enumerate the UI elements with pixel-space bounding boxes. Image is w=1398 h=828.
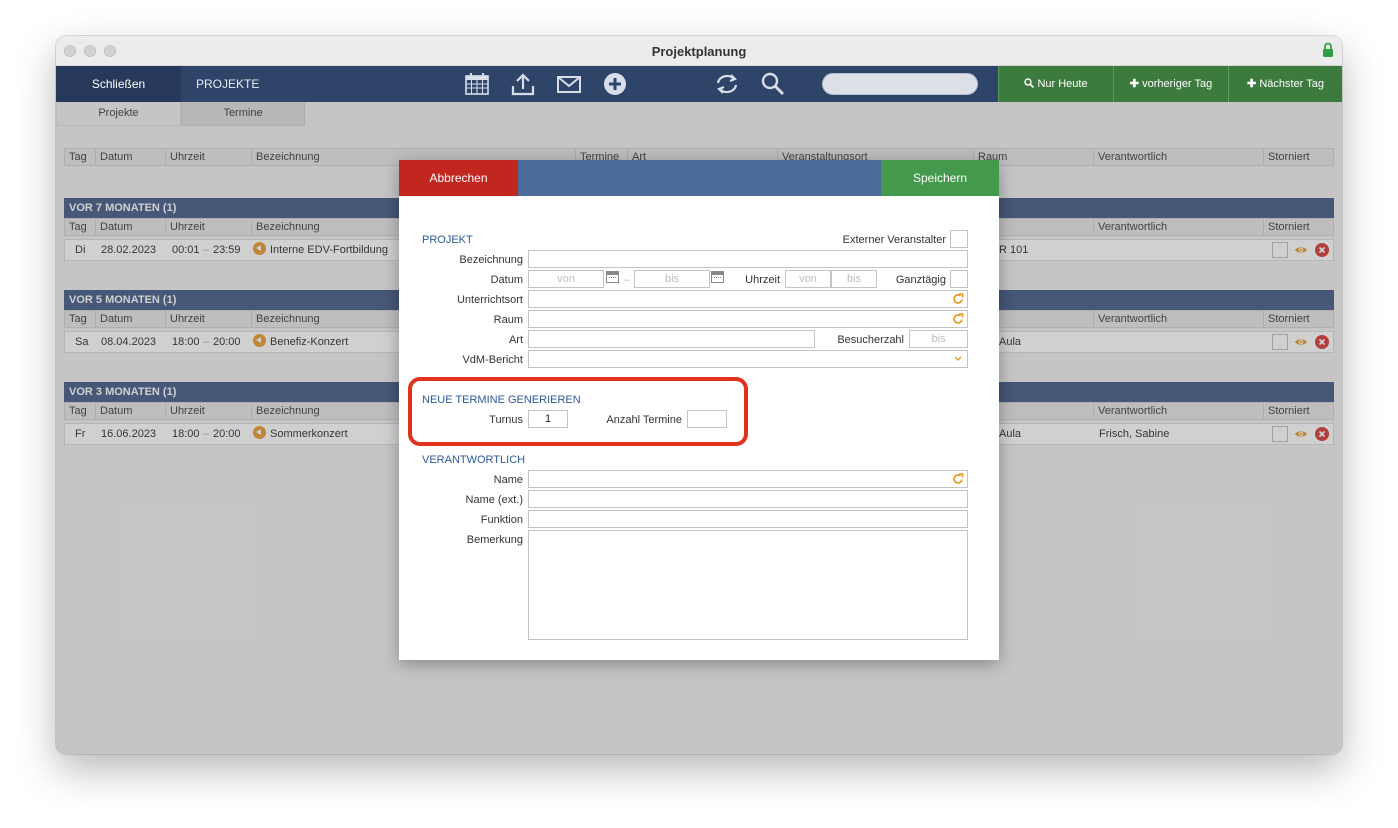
funktion-input[interactable] bbox=[528, 510, 968, 528]
ganztaegig-checkbox[interactable] bbox=[950, 270, 968, 288]
bemerkung-label: Bemerkung bbox=[466, 534, 523, 546]
lock-icon bbox=[1323, 42, 1333, 57]
search-small-icon bbox=[1024, 78, 1035, 89]
uhrzeit-bis-input[interactable]: bis bbox=[831, 270, 877, 288]
vdm-bericht-label: VdM-Bericht bbox=[462, 354, 523, 366]
datum-von-input[interactable]: von bbox=[528, 270, 604, 288]
besucherzahl-label: Besucherzahl bbox=[837, 334, 904, 346]
besucherzahl-input[interactable]: bis bbox=[909, 330, 968, 348]
nur-heute-button[interactable]: Nur Heute bbox=[998, 66, 1113, 102]
plus-icon: ✚ bbox=[1247, 78, 1257, 90]
mail-icon[interactable] bbox=[556, 72, 582, 96]
naechster-tag-button[interactable]: ✚ Nächster Tag bbox=[1228, 66, 1342, 102]
unterrichtsort-label: Unterrichtsort bbox=[456, 294, 523, 306]
datum-bis-input[interactable]: bis bbox=[634, 270, 710, 288]
name-input[interactable] bbox=[528, 470, 968, 488]
calendar-icon[interactable] bbox=[464, 72, 490, 96]
plus-icon: ✚ bbox=[1129, 78, 1140, 90]
ganztaegig-label: Ganztägig bbox=[895, 274, 946, 286]
window-title: Projektplanung bbox=[651, 44, 747, 59]
calendar-picker-icon[interactable] bbox=[711, 271, 724, 283]
refresh-icon[interactable] bbox=[952, 473, 964, 485]
name-ext-label: Name (ext.) bbox=[465, 494, 523, 506]
verantwortlich-section-title: VERANTWORTLICH bbox=[422, 454, 526, 466]
date-range-dash: – bbox=[623, 274, 630, 286]
externer-veranstalter-checkbox[interactable] bbox=[950, 230, 968, 248]
bemerkung-textarea[interactable] bbox=[528, 530, 968, 640]
dialog-header: Abbrechen Speichern bbox=[399, 160, 999, 196]
vdm-bericht-select[interactable] bbox=[528, 350, 968, 368]
bezeichnung-label: Bezeichnung bbox=[459, 254, 523, 266]
toolbar: Schließen PROJEKTE Nur Heute ✚ vorherige… bbox=[56, 66, 1342, 102]
close-button[interactable]: Schließen bbox=[56, 66, 181, 102]
highlight-annotation bbox=[408, 377, 748, 446]
vorheriger-tag-label: vorheriger Tag bbox=[1142, 78, 1213, 90]
raum-input[interactable] bbox=[528, 310, 968, 328]
title-bar: Projektplanung bbox=[56, 36, 1342, 66]
projekt-section-title: PROJEKT bbox=[422, 234, 473, 246]
datum-label: Datum bbox=[490, 274, 523, 286]
art-input[interactable] bbox=[528, 330, 815, 348]
plus-circle-icon[interactable] bbox=[602, 72, 628, 96]
uhrzeit-von-input[interactable]: von bbox=[785, 270, 831, 288]
cancel-button[interactable]: Abbrechen bbox=[399, 160, 518, 196]
search-icon[interactable] bbox=[760, 72, 786, 96]
externer-veranstalter-label: Externer Veranstalter bbox=[842, 234, 946, 246]
sync-icon[interactable] bbox=[714, 72, 740, 96]
search-input[interactable] bbox=[822, 73, 978, 95]
app-window: Projektplanung Schließen PROJEKTE Nur He… bbox=[56, 36, 1342, 754]
unterrichtsort-input[interactable] bbox=[528, 290, 968, 308]
naechster-tag-label: Nächster Tag bbox=[1259, 78, 1324, 90]
name-ext-input[interactable] bbox=[528, 490, 968, 508]
nur-heute-label: Nur Heute bbox=[1037, 78, 1088, 90]
raum-label: Raum bbox=[493, 314, 523, 326]
section-title: PROJEKTE bbox=[196, 77, 260, 91]
chevron-down-icon[interactable] bbox=[954, 356, 962, 362]
name-label: Name bbox=[493, 474, 523, 486]
art-label: Art bbox=[508, 334, 523, 346]
refresh-icon[interactable] bbox=[952, 313, 964, 325]
funktion-label: Funktion bbox=[480, 514, 523, 526]
bezeichnung-input[interactable] bbox=[528, 250, 968, 268]
uhrzeit-label: Uhrzeit bbox=[745, 274, 780, 286]
vorheriger-tag-button[interactable]: ✚ vorheriger Tag bbox=[1113, 66, 1228, 102]
save-button[interactable]: Speichern bbox=[881, 160, 999, 196]
refresh-icon[interactable] bbox=[952, 293, 964, 305]
calendar-picker-icon[interactable] bbox=[606, 271, 619, 283]
upload-icon[interactable] bbox=[510, 72, 536, 96]
